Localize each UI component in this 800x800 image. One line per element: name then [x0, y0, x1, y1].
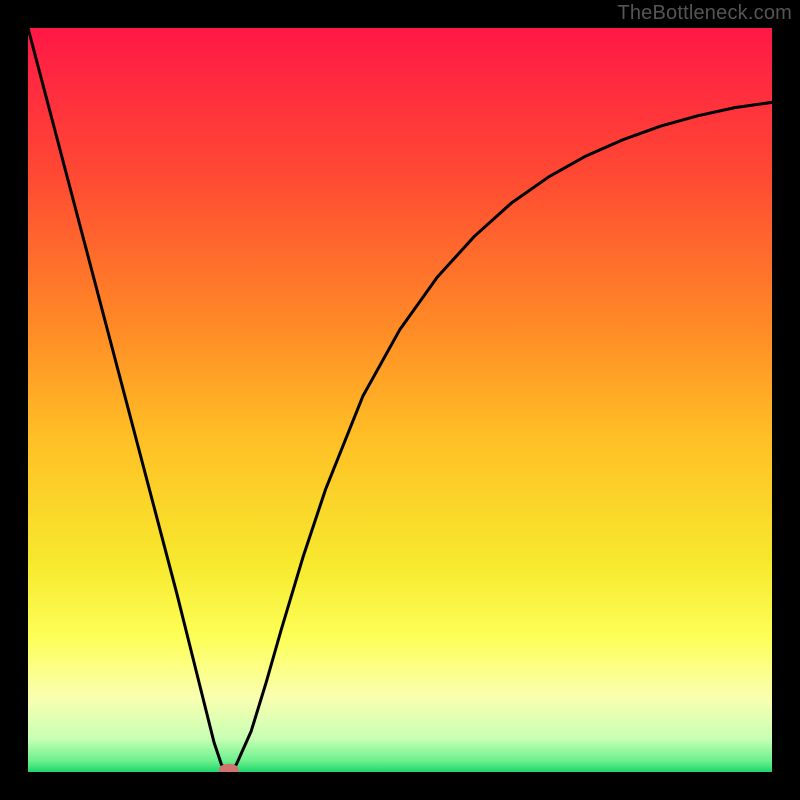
watermark-text: TheBottleneck.com: [617, 2, 792, 25]
bottleneck-curve: [28, 28, 772, 772]
chart-frame: TheBottleneck.com: [0, 0, 800, 800]
chart-plot-area: [28, 28, 772, 772]
curve-layer: [28, 28, 772, 772]
